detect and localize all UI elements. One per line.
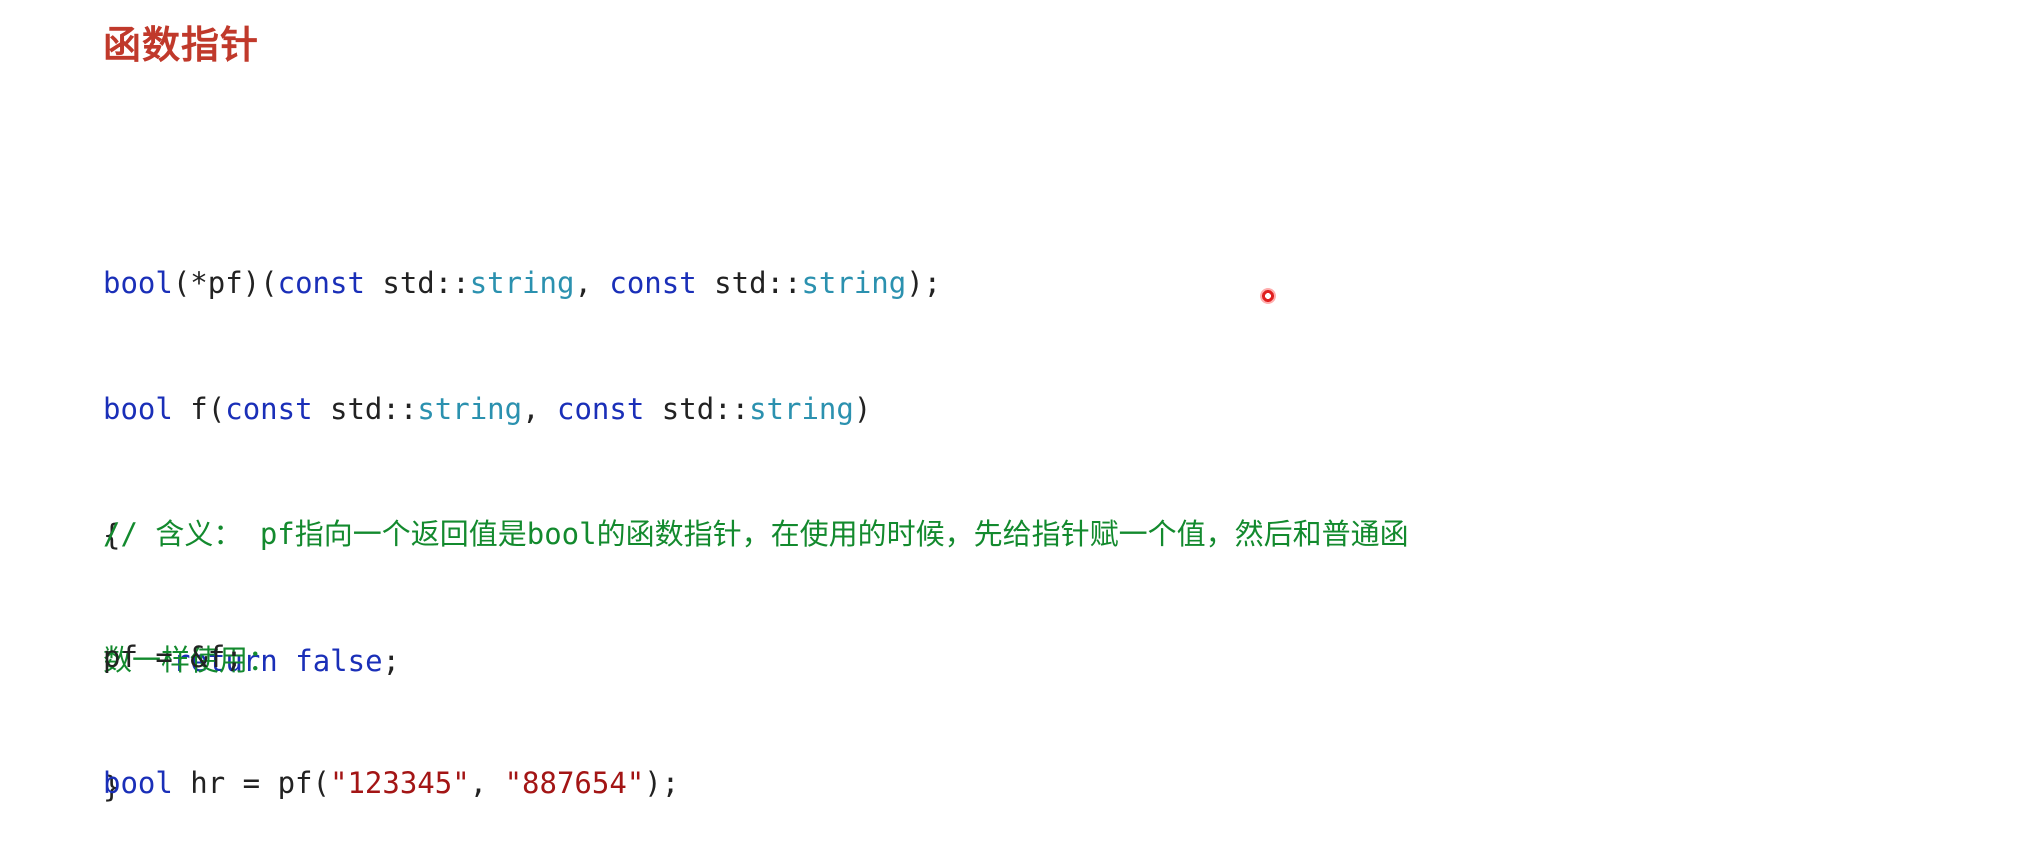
- code-token: ,: [469, 766, 505, 800]
- type-string: string: [749, 392, 854, 426]
- page-title: 函数指针: [103, 23, 260, 67]
- comment-line-1: // 含义： pf指向一个返回值是bool的函数指针，在使用的时候，先给指针赋一…: [103, 517, 1409, 551]
- keyword-const: const: [609, 266, 697, 300]
- code-token: pf = &f;: [103, 640, 243, 674]
- keyword-const: const: [557, 392, 645, 426]
- code-token: f(: [172, 392, 226, 426]
- code-token: std::: [312, 392, 418, 426]
- pointer-cursor-icon: [1260, 288, 1276, 304]
- code-token: std::: [364, 266, 470, 300]
- code-token: hr = pf(: [172, 766, 330, 800]
- code-line-function-signature: bool f(const std::string, const std::str…: [103, 388, 941, 430]
- code-line-assignment: pf = &f;: [103, 636, 679, 678]
- code-token: ,: [574, 266, 610, 300]
- code-token: );: [644, 766, 680, 800]
- code-token: ): [853, 392, 872, 426]
- keyword-bool: bool: [103, 392, 173, 426]
- string-literal: "887654": [504, 766, 645, 800]
- keyword-bool: bool: [103, 266, 173, 300]
- type-string: string: [469, 266, 575, 300]
- code-token: );: [906, 266, 942, 300]
- code-line-call: bool hr = pf("123345", "887654");: [103, 762, 679, 804]
- string-literal: "123345": [329, 766, 470, 800]
- keyword-bool: bool: [103, 766, 173, 800]
- code-token: std::: [696, 266, 802, 300]
- code-line-pointer-declaration: bool(*pf)(const std::string, const std::…: [103, 262, 941, 304]
- type-string: string: [417, 392, 523, 426]
- code-token: std::: [644, 392, 750, 426]
- keyword-const: const: [277, 266, 365, 300]
- type-string: string: [801, 266, 907, 300]
- code-token: ,: [522, 392, 557, 426]
- keyword-const: const: [225, 392, 313, 426]
- code-block-usage: pf = &f; bool hr = pf("123345", "887654"…: [103, 552, 679, 846]
- code-token: (*pf)(: [172, 266, 278, 300]
